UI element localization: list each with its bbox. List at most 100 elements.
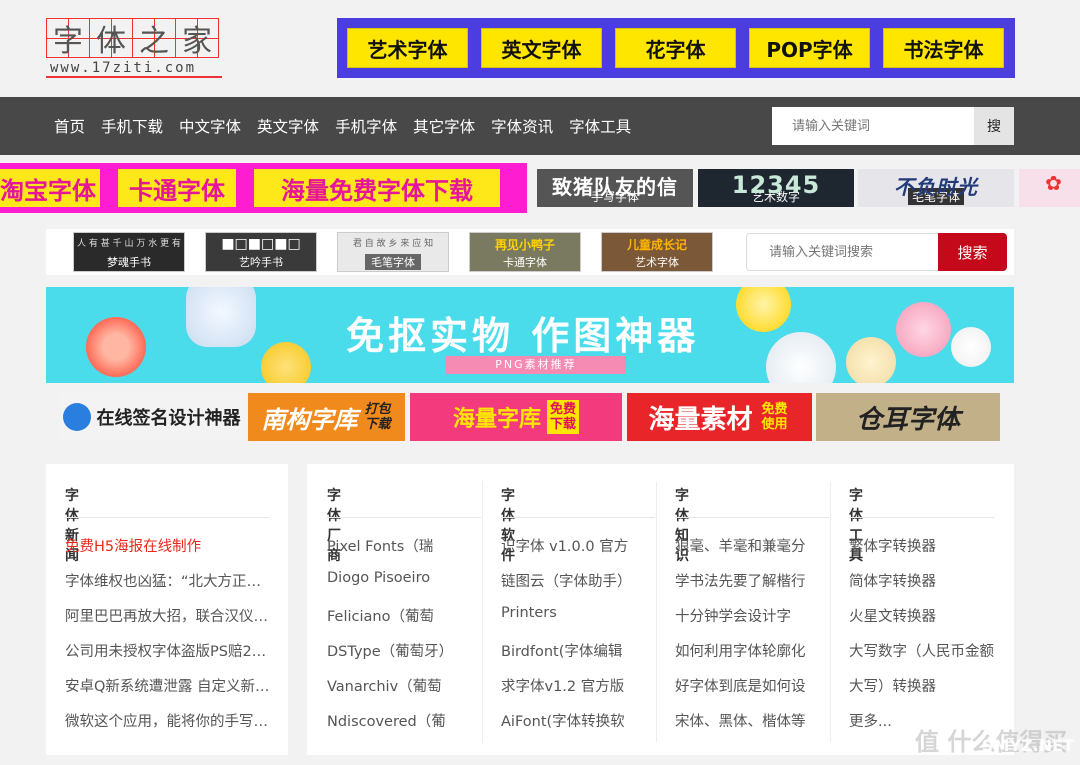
thumb-font[interactable]: 人 有 甚 千 山 万 水 更 有 梦魂手书 (73, 232, 185, 272)
nav-search: 搜 (772, 107, 1014, 145)
banner-title: 免抠实物 作图神器 (346, 314, 700, 358)
png-materials-banner[interactable]: 免抠实物 作图神器 PNG素材推荐 (46, 287, 1014, 383)
news-item[interactable]: 公司用未授权字体盗版PS赔2… (65, 640, 270, 675)
news-item[interactable]: 阿里巴巴再放大招，联合汉仪… (65, 605, 270, 640)
list-item[interactable]: AiFont(字体转换软 (501, 710, 651, 745)
ad-massive-materials[interactable]: 海量素材 免费使用 (627, 393, 812, 441)
fruit-decoration (186, 287, 256, 347)
list-item[interactable]: Pixel Fonts（瑞 (327, 535, 477, 570)
news-item[interactable]: 安卓Q新系统遭泄露 自定义新… (65, 675, 270, 710)
flower-decoration (951, 327, 991, 367)
thumb-font[interactable]: 再见小鸭子 卡通字体 (469, 232, 581, 272)
banner-art-numbers[interactable]: 12345 艺术数字 (698, 169, 854, 207)
list-item[interactable]: 链图云（字体助手） (501, 570, 651, 605)
font-info-panel: 字体厂商 Pixel Fonts（瑞 Diogo Pisoeiro Felici… (307, 464, 1014, 755)
banner-free-fonts[interactable]: 海量免费字体下载 (254, 169, 500, 207)
news-item[interactable]: 免费H5海报在线制作 (65, 535, 270, 570)
logo-char: 家 (175, 18, 219, 59)
list-item[interactable]: 学书法先要了解楷行 (675, 570, 825, 605)
divider (501, 517, 655, 518)
category-buttons: 艺术字体 英文字体 花字体 POP字体 书法字体 (337, 18, 1015, 78)
logo-chars: 字 体 之 家 (46, 18, 219, 59)
banner-brush-fonts[interactable]: 不负时光 毛笔字体 (858, 169, 1014, 207)
flower-decoration (896, 302, 951, 357)
news-item[interactable]: 微软这个应用，能将你的手写… (65, 710, 270, 745)
banner-handwriting[interactable]: 致猪队友的信 手写字体 (537, 169, 693, 207)
category-pop-fonts[interactable]: POP字体 (749, 28, 870, 68)
list-item[interactable]: Diogo Pisoeiro (327, 570, 477, 605)
list-item[interactable]: 狼毫、羊毫和兼毫分 (675, 535, 825, 570)
ad-massive-fonts[interactable]: 海量字库 免费下载 (410, 393, 622, 441)
fruit-decoration (261, 342, 311, 383)
ad-nangou-fonts[interactable]: 南构字库 打包下载 (248, 393, 405, 441)
logo-char: 体 (89, 18, 133, 59)
list-item[interactable]: DSType（葡萄牙） (327, 640, 477, 675)
logo-char: 字 (46, 18, 90, 59)
font-thumb-row: 人 有 甚 千 山 万 水 更 有 梦魂手书 ■□■□■□ 艺吟手书 君 自 故… (46, 229, 1014, 275)
category-flower-fonts[interactable]: 花字体 (615, 28, 736, 68)
nav-item-mobile-fonts[interactable]: 手机字体 (335, 115, 397, 137)
list-item[interactable]: 宋体、黑体、楷体等 (675, 710, 825, 745)
secondary-search-input[interactable] (747, 234, 937, 270)
category-calligraphy-fonts[interactable]: 书法字体 (883, 28, 1004, 68)
logo-url: www.17ziti.com (46, 58, 222, 78)
secondary-search-button[interactable]: 搜索 (938, 233, 1007, 271)
list-item[interactable]: 大写数字（人民币金额 (849, 640, 999, 675)
list-item[interactable]: 火星文转换器 (849, 605, 999, 640)
column-separator (830, 482, 831, 742)
font-news-panel: 字体新闻 免费H5海报在线制作 字体维权也凶猛：“北大方正… 阿里巴巴再放大招，… (46, 464, 288, 755)
ad-canger-fonts[interactable]: 仓耳字体 (816, 393, 1000, 441)
banner-subtitle: PNG素材推荐 (446, 356, 626, 374)
news-item[interactable]: 字体维权也凶猛：“北大方正… (65, 570, 270, 605)
nav-search-button[interactable]: 搜 (974, 107, 1014, 145)
nav-item-english-fonts[interactable]: 英文字体 (257, 115, 319, 137)
fruit-decoration (846, 337, 896, 383)
banner-partial[interactable]: ✿ (1019, 169, 1080, 207)
fruit-decoration (736, 287, 791, 332)
list-item[interactable]: Feliciano（葡萄 (327, 605, 477, 640)
main-nav: 首页 手机下载 中文字体 英文字体 手机字体 其它字体 字体资讯 字体工具 搜 (0, 97, 1080, 155)
nav-search-input[interactable] (772, 107, 974, 145)
list-item[interactable]: 繁体字转换器 (849, 535, 999, 570)
divider (327, 517, 481, 518)
column-separator (656, 482, 657, 742)
fruit-decoration (86, 317, 146, 377)
pink-banner[interactable]: 淘宝字体 卡通字体 海量免费字体下载 (0, 163, 527, 213)
nav-item-home[interactable]: 首页 (54, 115, 85, 137)
list-item[interactable]: Vanarchiv（葡萄 (327, 675, 477, 710)
thumb-font[interactable]: ■□■□■□ 艺吟手书 (205, 232, 317, 272)
column-separator (482, 482, 483, 742)
divider (65, 517, 269, 518)
category-art-fonts[interactable]: 艺术字体 (347, 28, 468, 68)
divider (675, 517, 829, 518)
logo-char: 之 (132, 18, 176, 59)
column-list: 识字体 v1.0.0 官方 链图云（字体助手） Printers Birdfon… (501, 535, 651, 745)
thumb-font[interactable]: 儿童成长记 艺术字体 (601, 232, 713, 272)
list-item[interactable]: 好字体到底是如何设 (675, 675, 825, 710)
list-item[interactable]: 识字体 v1.0.0 官方 (501, 535, 651, 570)
nav-item-font-tools[interactable]: 字体工具 (569, 115, 631, 137)
nav-item-chinese-fonts[interactable]: 中文字体 (179, 115, 241, 137)
banner-cartoon-fonts[interactable]: 卡通字体 (118, 169, 236, 207)
list-item[interactable]: 大写）转换器 (849, 675, 999, 710)
ad-signature-design[interactable]: 在线签名设计神器 (60, 393, 243, 441)
category-english-fonts[interactable]: 英文字体 (481, 28, 602, 68)
signature-icon (62, 403, 91, 431)
nav-item-font-news[interactable]: 字体资讯 (491, 115, 553, 137)
list-item[interactable]: 简体字转换器 (849, 570, 999, 605)
list-item[interactable]: 如何利用字体轮廓化 (675, 640, 825, 675)
list-item[interactable]: Printers (501, 605, 651, 640)
list-item[interactable]: 十分钟学会设计字 (675, 605, 825, 640)
secondary-search: 搜索 (746, 233, 1007, 271)
nav-item-mobile-download[interactable]: 手机下载 (101, 115, 163, 137)
list-item[interactable]: Ndiscovered（葡 (327, 710, 477, 745)
site-logo[interactable]: 字 体 之 家 www.17ziti.com (46, 18, 222, 78)
thumb-font[interactable]: 君 自 故 乡 来 应 知 毛笔字体 (337, 232, 449, 272)
nav-item-other-fonts[interactable]: 其它字体 (413, 115, 475, 137)
column-list: 繁体字转换器 简体字转换器 火星文转换器 大写数字（人民币金额 大写）转换器 更… (849, 535, 999, 745)
list-item[interactable]: 求字体v1.2 官方版 (501, 675, 651, 710)
list-item[interactable]: Birdfont(字体编辑 (501, 640, 651, 675)
header: 字 体 之 家 www.17ziti.com 艺术字体 英文字体 花字体 POP… (0, 0, 1080, 97)
banner-taobao-fonts[interactable]: 淘宝字体 (0, 169, 100, 207)
watermark-url: SMYZ.NET (982, 736, 1074, 755)
